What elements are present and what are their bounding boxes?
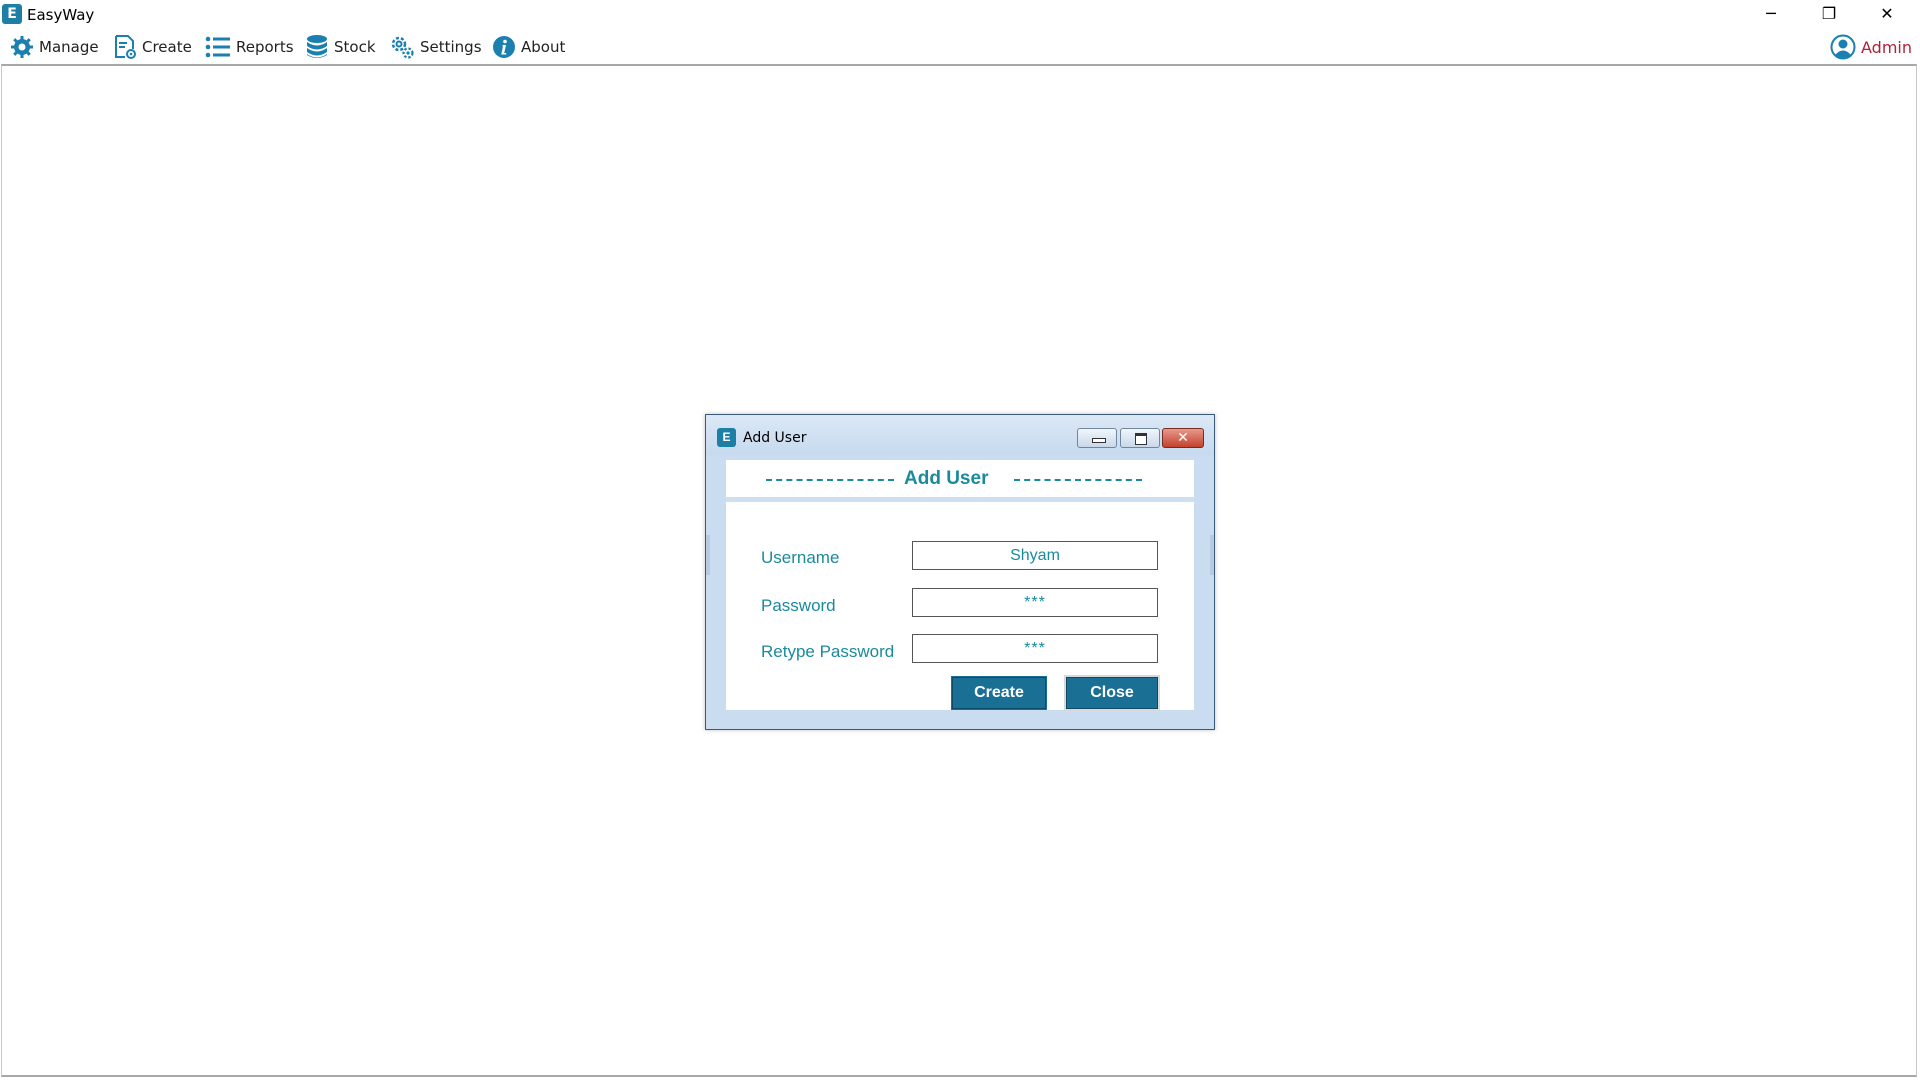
menu-item-create[interactable]: Create xyxy=(113,34,192,60)
info-icon xyxy=(493,36,515,58)
retype-password-input[interactable] xyxy=(912,634,1158,663)
menu-label: About xyxy=(521,38,566,56)
user-label: Admin xyxy=(1861,37,1912,57)
header-dash-right xyxy=(1014,479,1142,481)
menu-item-stock[interactable]: Stock xyxy=(305,34,376,60)
add-user-dialog: E Add User ✕ Add User Username Password xyxy=(705,414,1215,730)
minimize-icon xyxy=(1092,438,1106,443)
user-avatar-icon xyxy=(1830,34,1856,60)
create-button[interactable]: Create xyxy=(951,676,1047,710)
gear-icon xyxy=(11,36,33,58)
dialog-maximize-button[interactable] xyxy=(1120,428,1160,448)
username-input[interactable] xyxy=(912,541,1158,570)
database-icon xyxy=(307,35,327,58)
app-window: E EasyWay ─ ❐ ✕ Manage Create Reports St… xyxy=(0,0,1920,1080)
menu-item-settings[interactable]: Settings xyxy=(389,34,482,60)
header-dash-left xyxy=(766,479,894,481)
dialog-logo-icon: E xyxy=(717,428,736,447)
retype-password-label: Retype Password xyxy=(761,642,895,661)
settings-cogs-icon xyxy=(391,36,414,59)
dialog-body: Add User Username Password Retype Passwo… xyxy=(726,460,1194,710)
menu-bar: Manage Create Reports Stock Settings Abo… xyxy=(0,28,1920,64)
close-button[interactable]: Close xyxy=(1066,677,1158,709)
dialog-close-button[interactable]: ✕ xyxy=(1162,428,1204,448)
menu-item-reports[interactable]: Reports xyxy=(205,34,294,60)
app-logo-icon: E xyxy=(2,4,22,24)
menu-label: Create xyxy=(142,38,192,56)
app-title: EasyWay xyxy=(27,6,95,24)
dialog-title: Add User xyxy=(743,430,807,446)
dialog-minimize-button[interactable] xyxy=(1077,428,1117,448)
dialog-title-bar[interactable]: E Add User ✕ xyxy=(706,415,1214,455)
title-bar: E EasyWay ─ ❐ ✕ xyxy=(0,0,1920,28)
menu-item-admin[interactable]: Admin xyxy=(1830,34,1912,60)
dialog-footer xyxy=(726,711,1194,719)
dialog-heading: Add User xyxy=(904,468,989,489)
password-input[interactable] xyxy=(912,588,1158,617)
close-window-button[interactable]: ✕ xyxy=(1858,0,1916,28)
minimize-button[interactable]: ─ xyxy=(1742,0,1800,28)
menu-label: Settings xyxy=(420,38,482,56)
restore-button[interactable]: ❐ xyxy=(1800,0,1858,28)
list-icon xyxy=(205,36,230,58)
username-label: Username xyxy=(761,548,840,567)
menu-label: Stock xyxy=(334,38,376,56)
close-icon: ✕ xyxy=(1177,430,1189,446)
menu-label: Manage xyxy=(39,38,99,56)
dialog-header: Add User xyxy=(726,460,1194,502)
create-document-icon xyxy=(115,35,136,59)
dialog-left-edge xyxy=(706,535,710,575)
maximize-icon xyxy=(1135,433,1147,445)
menu-item-about[interactable]: About xyxy=(492,34,565,60)
menu-item-manage[interactable]: Manage xyxy=(10,34,99,60)
password-label: Password xyxy=(761,596,836,615)
dialog-right-edge xyxy=(1210,535,1214,575)
menu-label: Reports xyxy=(236,38,294,56)
